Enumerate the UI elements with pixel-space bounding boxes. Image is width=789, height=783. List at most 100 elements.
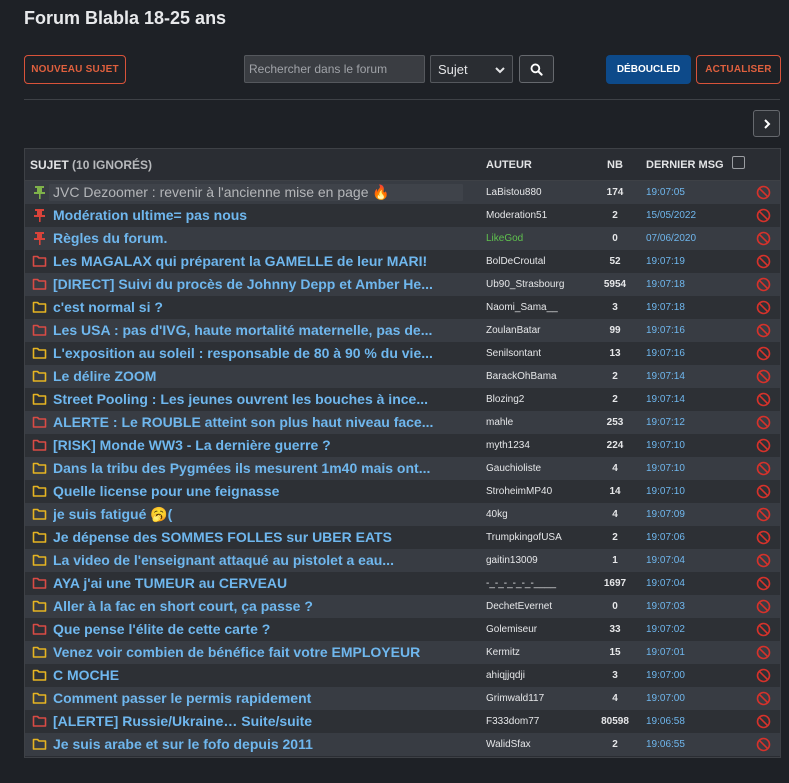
topic-subject-link[interactable]: [RISK] Monde WW3 - La dernière guerre ? — [53, 437, 465, 453]
topic-subject-link[interactable]: JVC Dezoomer : revenir à l'ancienne mise… — [53, 184, 465, 201]
topic-row[interactable]: C MOCHE ahiqjjqdji 3 19:07:00 — [25, 664, 780, 687]
topic-subject-link[interactable]: Modération ultime= pas nous — [53, 207, 465, 223]
topic-author[interactable]: -_-_-_-_-_-____ — [486, 578, 596, 589]
refresh-button[interactable]: ACTUALISER — [696, 55, 781, 84]
ignore-topic-icon[interactable] — [756, 185, 771, 200]
topic-last-message-link[interactable]: 19:07:06 — [646, 532, 685, 543]
topic-author[interactable]: Kermitz — [486, 647, 596, 658]
topic-row[interactable]: Venez voir combien de bénéfice fait votr… — [25, 641, 780, 664]
topic-row[interactable]: [RISK] Monde WW3 - La dernière guerre ? m… — [25, 434, 780, 457]
ignore-topic-icon[interactable] — [756, 346, 771, 361]
ignore-topic-icon[interactable] — [756, 461, 771, 476]
ignore-topic-icon[interactable] — [756, 323, 771, 338]
topic-author[interactable]: F333dom77 — [486, 716, 596, 727]
ignore-topic-icon[interactable] — [756, 438, 771, 453]
search-scope-select[interactable]: Sujet — [430, 55, 513, 83]
ignore-topic-icon[interactable] — [756, 714, 771, 729]
column-last-message[interactable]: DERNIER MSG — [646, 159, 724, 171]
topic-author[interactable]: Gauchioliste — [486, 463, 596, 474]
topic-last-message-link[interactable]: 19:07:09 — [646, 509, 685, 520]
topic-last-message-link[interactable]: 19:07:02 — [646, 624, 685, 635]
topic-author[interactable]: LikeGod — [486, 233, 596, 244]
topic-author[interactable]: ahiqjjqdji — [486, 670, 596, 681]
topic-row[interactable]: Je suis arabe et sur le fofo depuis 2011… — [25, 733, 780, 756]
topic-row[interactable]: Que pense l'élite de cette carte ? Golemi… — [25, 618, 780, 641]
topic-author[interactable]: WalidSfax — [486, 739, 596, 750]
topic-subject-link[interactable]: Street Pooling : Les jeunes ouvrent les … — [53, 391, 465, 407]
topic-author[interactable]: mahle — [486, 417, 596, 428]
topic-author[interactable]: Moderation51 — [486, 210, 596, 221]
topic-subject-link[interactable]: Aller à la fac en short court, ça passe … — [53, 598, 465, 614]
topic-subject-link[interactable]: ALERTE : Le ROUBLE atteint son plus haut… — [53, 414, 465, 430]
topic-last-message-link[interactable]: 19:07:16 — [646, 325, 685, 336]
ignore-topic-icon[interactable] — [756, 300, 771, 315]
ignore-topic-icon[interactable] — [756, 576, 771, 591]
ignore-topic-icon[interactable] — [756, 208, 771, 223]
topic-row[interactable]: Street Pooling : Les jeunes ouvrent les … — [25, 388, 780, 411]
topic-subject-link[interactable]: c'est normal si ? — [53, 299, 465, 315]
topic-row[interactable]: JVC Dezoomer : revenir à l'ancienne mise… — [25, 181, 780, 204]
next-page-button[interactable] — [753, 110, 780, 137]
new-topic-button[interactable]: NOUVEAU SUJET — [24, 55, 126, 84]
column-author[interactable]: AUTEUR — [486, 159, 532, 171]
select-all-checkbox[interactable] — [732, 156, 745, 169]
topic-author[interactable]: LaBistou880 — [486, 187, 596, 198]
topic-row[interactable]: Les USA : pas d'IVG, haute mortalité mat… — [25, 319, 780, 342]
topic-last-message-link[interactable]: 19:07:14 — [646, 394, 685, 405]
topic-row[interactable]: L'exposition au soleil : responsable de … — [25, 342, 780, 365]
topic-row[interactable]: AYA j'ai une TUMEUR au CERVEAU -_-_-_-_-_… — [25, 572, 780, 595]
topic-subject-link[interactable]: Quelle license pour une feignasse — [53, 483, 465, 499]
topic-last-message-link[interactable]: 19:06:55 — [646, 739, 685, 750]
topic-row[interactable]: Dans la tribu des Pygmées ils mesurent 1… — [25, 457, 780, 480]
topic-row[interactable]: je suis fatigué 🥱(40kg 4 19:07:09 — [25, 503, 780, 526]
topic-last-message-link[interactable]: 19:07:04 — [646, 555, 685, 566]
topic-subject-link[interactable]: [ALERTE] Russie/Ukraine… Suite/suite — [53, 713, 465, 729]
search-input[interactable] — [244, 55, 425, 83]
topic-author[interactable]: Naomi_Sama__ — [486, 302, 596, 313]
topic-row[interactable]: Comment passer le permis rapidement Grimw… — [25, 687, 780, 710]
topic-author[interactable]: ZoulanBatar — [486, 325, 596, 336]
topic-last-message-link[interactable]: 19:07:12 — [646, 417, 685, 428]
topic-row[interactable]: La video de l'enseignant attaqué au pist… — [25, 549, 780, 572]
topic-author[interactable]: Senilsontant — [486, 348, 596, 359]
topic-row[interactable]: Modération ultime= pas nous Moderation51 2… — [25, 204, 780, 227]
topic-subject-link[interactable]: [DIRECT] Suivi du procès de Johnny Depp … — [53, 276, 465, 292]
topic-subject-link[interactable]: C MOCHE — [53, 667, 465, 683]
topic-subject-link[interactable]: Dans la tribu des Pygmées ils mesurent 1… — [53, 460, 465, 476]
unblock-button[interactable]: DÉBOUCLED — [606, 55, 691, 84]
ignore-topic-icon[interactable] — [756, 369, 771, 384]
topic-author[interactable]: BarackOhBama — [486, 371, 596, 382]
ignore-topic-icon[interactable] — [756, 553, 771, 568]
ignore-topic-icon[interactable] — [756, 668, 771, 683]
column-nb[interactable]: NB — [607, 159, 623, 171]
topic-last-message-link[interactable]: 19:07:01 — [646, 647, 685, 658]
topic-last-message-link[interactable]: 07/06/2020 — [646, 233, 696, 244]
topic-last-message-link[interactable]: 19:07:19 — [646, 256, 685, 267]
ignore-topic-icon[interactable] — [756, 231, 771, 246]
topic-last-message-link[interactable]: 15/05/2022 — [646, 210, 696, 221]
topic-author[interactable]: Blozing2 — [486, 394, 596, 405]
topic-last-message-link[interactable]: 19:07:04 — [646, 578, 685, 589]
topic-row[interactable]: Le délire ZOOM BarackOhBama 2 19:07:14 — [25, 365, 780, 388]
topic-subject-link[interactable]: Je dépense des SOMMES FOLLES sur UBER EA… — [53, 529, 465, 545]
topic-subject-link[interactable]: Les USA : pas d'IVG, haute mortalité mat… — [53, 322, 465, 338]
ignore-topic-icon[interactable] — [756, 645, 771, 660]
topic-last-message-link[interactable]: 19:07:10 — [646, 486, 685, 497]
topic-last-message-link[interactable]: 19:07:16 — [646, 348, 685, 359]
topic-author[interactable]: BolDeCroutal — [486, 256, 596, 267]
topic-last-message-link[interactable]: 19:07:18 — [646, 302, 685, 313]
topic-subject-link[interactable]: Les MAGALAX qui préparent la GAMELLE de … — [53, 253, 465, 269]
topic-subject-link[interactable]: Venez voir combien de bénéfice fait votr… — [53, 644, 465, 660]
ignore-topic-icon[interactable] — [756, 737, 771, 752]
ignore-topic-icon[interactable] — [756, 254, 771, 269]
search-button[interactable] — [519, 55, 554, 83]
topic-author[interactable]: Ub90_Strasbourg — [486, 279, 596, 290]
topic-subject-link[interactable]: Que pense l'élite de cette carte ? — [53, 621, 465, 637]
ignore-topic-icon[interactable] — [756, 392, 771, 407]
topic-author[interactable]: 40kg — [486, 509, 596, 520]
topic-row[interactable]: Les MAGALAX qui préparent la GAMELLE de … — [25, 250, 780, 273]
ignore-topic-icon[interactable] — [756, 599, 771, 614]
ignore-topic-icon[interactable] — [756, 507, 771, 522]
topic-row[interactable]: [ALERTE] Russie/Ukraine… Suite/suite F333… — [25, 710, 780, 733]
topic-last-message-link[interactable]: 19:07:10 — [646, 440, 685, 451]
